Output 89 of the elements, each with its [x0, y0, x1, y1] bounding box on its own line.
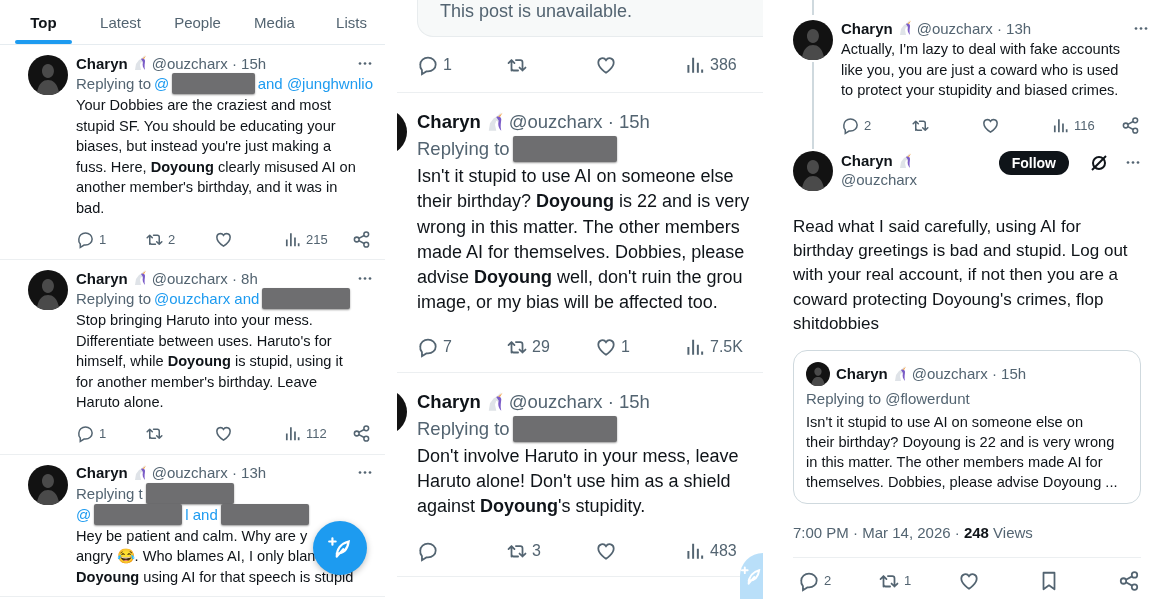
post-text: Read what I said carefully, using AI for birthday greetings is bad and stupid. Log out with your real account, if not then you are a coward protecting Doyoung's crimes, flop shitdobbies [793, 215, 1129, 336]
post-text-line: angry 😂. Who blames AI, I only blan [76, 547, 316, 566]
replying-to-text: Replying t [76, 484, 143, 502]
tab[interactable]: People [159, 0, 236, 44]
author-name[interactable]: Charyn [417, 111, 481, 133]
share-icon [1118, 569, 1140, 592]
avatar[interactable] [806, 361, 830, 386]
reply-button[interactable]: 7 [417, 335, 452, 358]
repost-button[interactable]: 3 [506, 539, 541, 562]
share-button[interactable] [352, 228, 371, 250]
avatar[interactable] [793, 20, 833, 60]
post-meta: @ouzcharx · 15h [911, 365, 1027, 383]
tab[interactable]: Latest [82, 0, 159, 44]
more-icon[interactable] [357, 60, 373, 66]
views-icon [283, 424, 302, 443]
post-text: Actually, I'm lazy to deal with fake accounts like you, you are just a coward who is used to protect your stupidity and biased crimes. [841, 40, 1122, 100]
author-name[interactable]: Charyn [76, 464, 128, 481]
more-icon[interactable] [357, 470, 373, 475]
share-button[interactable] [1118, 569, 1140, 592]
reply-icon [76, 424, 95, 443]
like-button[interactable]: 1 [595, 335, 630, 358]
reply-button[interactable]: 2 [841, 114, 872, 137]
share-icon [352, 424, 371, 443]
replying-to-text: Replying to @flowerdunt [806, 389, 971, 407]
heart-icon [214, 424, 233, 443]
replying-to-text: Replying to [417, 417, 510, 440]
author-name[interactable]: Charyn [841, 152, 893, 169]
quoted-post-card[interactable] [793, 349, 1141, 504]
tab[interactable]: Top [5, 0, 82, 44]
post-timestamp: 7:00 PM · Mar 14, 2026 · 248 Views [793, 523, 1141, 558]
quoted-post-text: Isn't it stupid to use AI on someone else on their birthday? Doyoung is 22 and is very wrong in this matter. The other members made AI for themselves. Dobbies, please advise Doyoung ... [806, 412, 1119, 493]
reply-icon [417, 54, 439, 76]
reply-button[interactable]: 1 [76, 228, 107, 250]
share-button[interactable] [1121, 114, 1140, 137]
repost-button[interactable]: 2 [145, 228, 176, 250]
slashed-circle-icon[interactable] [1089, 152, 1109, 173]
post-text-line: Hey be patient and calm. Why are y [76, 526, 308, 546]
post-meta: @ouzcharx · 15h [508, 390, 650, 413]
reply-button[interactable]: 1 [417, 54, 452, 76]
share-button[interactable] [352, 422, 371, 445]
reply-button[interactable]: 1 [76, 422, 107, 445]
avatar[interactable] [28, 464, 68, 505]
post-text: Your Dobbies are the craziest and most stupid SF. You should be educating your biases, but instead you're just making a fuss. Here, Doyoung clearly misused AI on another member's birthday, and it was in bad. [76, 96, 357, 218]
heart-icon [595, 54, 617, 76]
avatar[interactable] [28, 270, 68, 310]
replying-to-text: Replying to [76, 290, 152, 307]
author-name[interactable]: Charyn [76, 269, 128, 287]
post-text-line: Doyoung using AI for that speech is stupid [76, 567, 354, 587]
reply-icon [76, 229, 95, 249]
share-icon [352, 229, 371, 249]
follow-button[interactable]: Follow [998, 150, 1069, 175]
post-text: Don't involve Haruto in your mess, leave Haruto alone! Don't use him as a shield against Doyoung's stupidity. [417, 444, 740, 519]
post-meta: @ouzcharx · 15h [151, 54, 267, 72]
heart-icon [981, 116, 1000, 135]
views-button[interactable]: 483 [684, 539, 737, 562]
views-button[interactable]: 7.5K [684, 335, 743, 358]
tab[interactable]: Media [236, 0, 313, 44]
unavailable-text: This post is unavailable. [440, 1, 633, 22]
avatar[interactable] [793, 150, 833, 191]
replying-to-text: Replying to [417, 138, 510, 160]
author-handle[interactable]: @ouzcharx [841, 170, 918, 188]
views-button[interactable]: 116 [1051, 114, 1095, 137]
views-button[interactable]: 215 [283, 228, 328, 250]
author-name[interactable]: Charyn [836, 365, 888, 383]
feather-icon [327, 535, 353, 561]
author-name[interactable]: Charyn [417, 390, 481, 413]
author-name[interactable]: Charyn [841, 19, 893, 37]
replying-to-text: Replying to [76, 75, 152, 92]
post-meta: @ouzcharx · 15h [508, 111, 650, 133]
post-meta: @ouzcharx · 13h [151, 464, 267, 481]
repost-button[interactable]: 29 [506, 335, 550, 358]
author-name[interactable]: Charyn [76, 54, 128, 72]
views-icon [1051, 116, 1070, 135]
post-text: Stop bringing Haruto into your mess. Differentiate between uses. Haruto's for himself, while Doyoung is stupid, using it for another member's birthday. Leave Haruto alone. [76, 311, 344, 412]
more-icon[interactable] [1125, 159, 1141, 165]
repost-button[interactable]: 1 [878, 569, 912, 592]
post-meta: @ouzcharx · 8h [151, 269, 258, 287]
post-text: Isn't it stupid to use AI on someone else their birthday? Doyoung is 22 and is very wrong in this matter. The other members made AI for themselves. Dobbies, please advise Doyoung well, don't ruin the grou image, or my bias will be affected too. [417, 165, 751, 315]
more-icon[interactable] [357, 275, 373, 281]
avatar[interactable] [28, 55, 68, 95]
post-meta: @ouzcharx · 13h [916, 19, 1032, 37]
reply-button[interactable]: 2 [798, 569, 832, 592]
views-button[interactable]: 386 [684, 54, 737, 76]
tab[interactable]: Lists [313, 0, 385, 44]
like-button[interactable] [595, 54, 617, 76]
more-icon[interactable] [1133, 25, 1149, 31]
reply-icon [841, 116, 860, 135]
views-button[interactable]: 112 [283, 422, 327, 445]
share-icon [1121, 116, 1140, 135]
